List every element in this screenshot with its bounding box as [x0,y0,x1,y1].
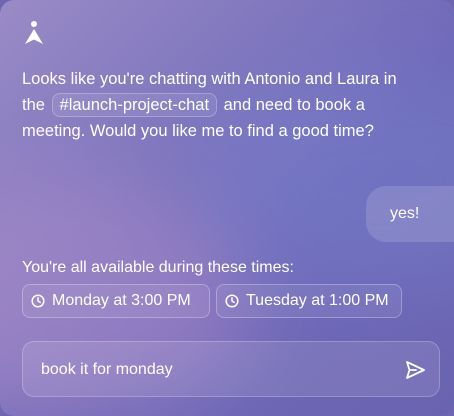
time-slot-label: Tuesday at 1:00 PM [246,292,389,309]
user-message-bubble: yes! [366,186,454,242]
time-slot-label: Monday at 3:00 PM [52,292,191,309]
clock-icon [31,294,45,308]
assistant-message: Looks like you're chatting with Antonio … [22,66,402,144]
assistant-logo-icon [25,21,43,44]
clock-icon [225,294,239,308]
availability-heading: You're all available during these times: [22,259,294,276]
message-composer [22,341,440,398]
send-icon[interactable] [403,358,427,382]
assistant-chat-panel: Looks like you're chatting with Antonio … [0,0,454,416]
time-slot-chip[interactable]: Tuesday at 1:00 PM [216,284,402,318]
message-input[interactable] [39,342,393,398]
channel-tag[interactable]: #launch-project-chat [51,93,218,117]
time-slot-chip[interactable]: Monday at 3:00 PM [22,284,210,318]
